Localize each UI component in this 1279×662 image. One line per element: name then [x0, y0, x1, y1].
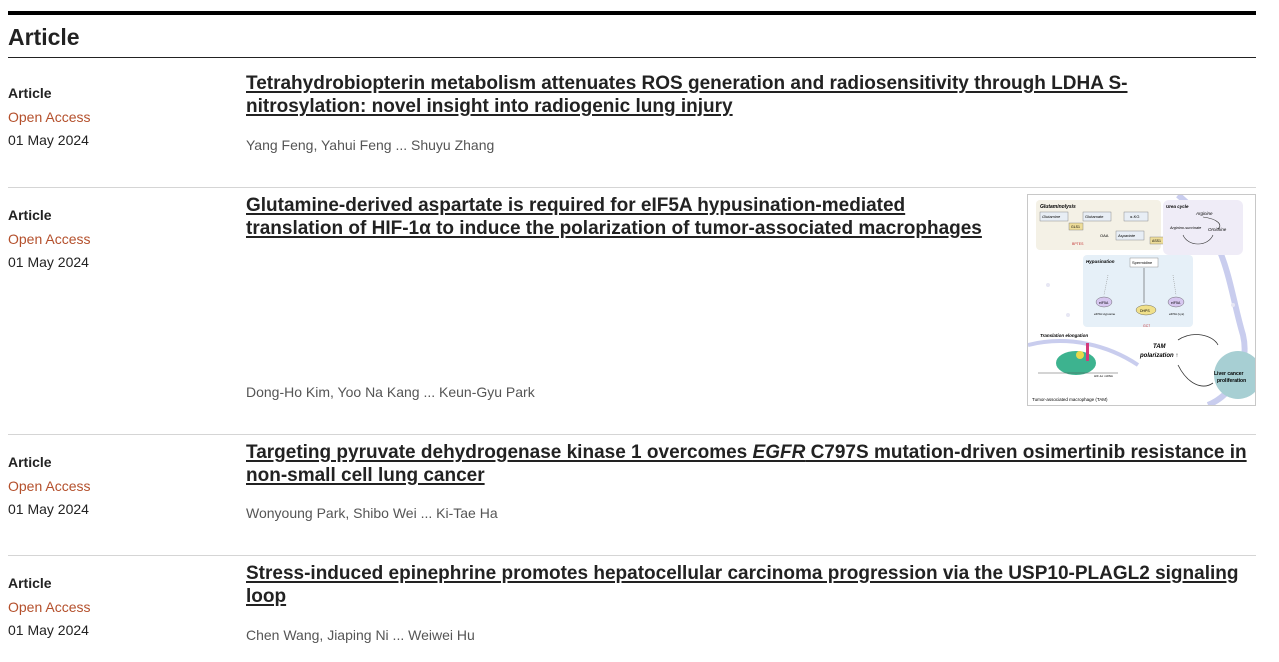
article-authors: Wonyoung Park, Shibo Wei ... Ki-Tae Ha	[246, 505, 498, 521]
article-title-link[interactable]: Tetrahydrobiopterin metabolism attenuate…	[246, 72, 1128, 118]
article-authors: Dong-Ho Kim, Yoo Na Kang ... Keun-Gyu Pa…	[246, 384, 535, 400]
article-meta: Article Open Access 01 May 2024	[8, 451, 228, 522]
article-meta: Article Open Access 01 May 2024	[8, 204, 228, 275]
svg-text:HIF-1α mRNA: HIF-1α mRNA	[1094, 374, 1113, 378]
open-access-label: Open Access	[8, 477, 91, 494]
article-listing-page: Article Article Open Access 01 May 2024 …	[0, 0, 1279, 662]
svg-text:Glutamine: Glutamine	[1042, 214, 1061, 219]
svg-text:Arginino-succinate: Arginino-succinate	[1169, 226, 1201, 230]
article-type: Article	[8, 207, 52, 223]
item-divider	[8, 555, 1256, 556]
article-meta: Article Open Access 01 May 2024	[8, 82, 228, 153]
item-divider	[8, 187, 1256, 188]
svg-text:Liver cancer: Liver cancer	[1214, 371, 1244, 377]
fig-glutaminolysis-label: Glutaminolysis	[1040, 204, 1076, 210]
svg-text:Ornithine: Ornithine	[1208, 227, 1227, 232]
section-heading: Article	[8, 24, 80, 50]
svg-text:Arginine: Arginine	[1195, 211, 1213, 216]
article-type: Article	[8, 85, 52, 101]
svg-text:Translation elongation: Translation elongation	[1040, 333, 1088, 338]
publication-date: 01 May 2024	[8, 622, 89, 638]
article-authors: Chen Wang, Jiaping Ni ... Weiwei Hu	[246, 627, 475, 643]
svg-text:proliferation: proliferation	[1217, 378, 1246, 384]
svg-text:eIF5A (Lys): eIF5A (Lys)	[1169, 312, 1184, 316]
svg-text:Spermidine: Spermidine	[1132, 260, 1153, 265]
svg-text:Tumor-associated macrophage (T: Tumor-associated macrophage (TAM)	[1032, 397, 1108, 402]
svg-text:Hypusination: Hypusination	[1086, 259, 1115, 264]
publication-date: 01 May 2024	[8, 501, 89, 517]
article-title-link[interactable]: Targeting pyruvate dehydrogenase kinase …	[246, 441, 1247, 487]
svg-text:GLS1: GLS1	[1071, 225, 1080, 229]
svg-text:α-KG: α-KG	[1130, 214, 1139, 219]
svg-text:polarization ↑: polarization ↑	[1139, 353, 1178, 359]
svg-text:BPTES: BPTES	[1072, 242, 1084, 246]
open-access-label: Open Access	[8, 108, 91, 125]
open-access-label: Open Access	[8, 230, 91, 247]
article-meta: Article Open Access 01 May 2024	[8, 572, 228, 643]
article-type: Article	[8, 575, 52, 591]
svg-text:eIF5A Hypusine: eIF5A Hypusine	[1094, 312, 1116, 316]
article-title-link[interactable]: Glutamine-derived aspartate is required …	[246, 194, 982, 240]
svg-text:eIF5A: eIF5A	[1171, 301, 1181, 305]
publication-date: 01 May 2024	[8, 254, 89, 270]
svg-text:Urea cycle: Urea cycle	[1166, 204, 1189, 209]
article-type: Article	[8, 454, 52, 470]
item-divider	[8, 434, 1256, 435]
svg-text:Glutamate: Glutamate	[1085, 214, 1104, 219]
svg-text:DHPS: DHPS	[1140, 309, 1150, 313]
svg-text:ASS1: ASS1	[1152, 239, 1161, 243]
svg-text:OAA: OAA	[1100, 233, 1109, 238]
publication-date: 01 May 2024	[8, 132, 89, 148]
svg-text:TAM: TAM	[1153, 344, 1167, 350]
svg-text:eIF5A: eIF5A	[1099, 301, 1109, 305]
top-rule	[8, 11, 1256, 15]
svg-text:Aspartate: Aspartate	[1117, 233, 1136, 238]
article-figure-thumbnail[interactable]: Glutaminolysis Glutamine Glutamate α-KG …	[1027, 194, 1256, 406]
svg-text:GC7: GC7	[1143, 324, 1150, 328]
open-access-label: Open Access	[8, 598, 91, 615]
article-authors: Yang Feng, Yahui Feng ... Shuyu Zhang	[246, 137, 495, 153]
article-title-link[interactable]: Stress-induced epinephrine promotes hepa…	[246, 562, 1238, 608]
heading-divider	[8, 57, 1256, 58]
